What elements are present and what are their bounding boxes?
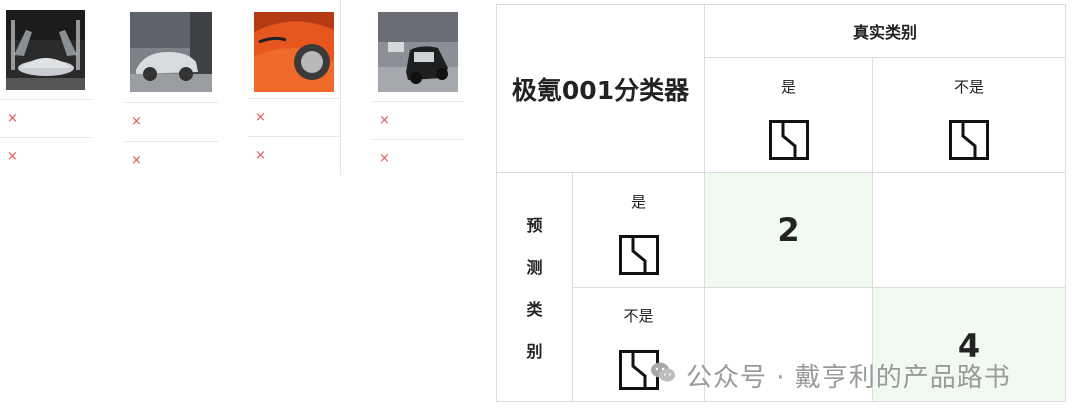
result-row: × [248,98,340,137]
cross-mark: × [255,148,266,163]
predicted-header-char: 预 [526,216,543,235]
door-icon [768,120,809,164]
column-no-label: 不是 [953,78,984,96]
wechat-icon [650,360,676,390]
result-row: × [0,99,92,138]
confusion-matrix: 极氪001分类器 真实类别 是 不是 预 测 类 别 是 不是 2 4 [496,4,1066,402]
classifier-title: 极氪001分类器 [511,75,690,105]
predicted-header-char: 别 [526,342,543,361]
cross-mark: × [7,149,18,164]
result-row: × [124,141,218,180]
car-thumbnail[interactable] [378,12,458,92]
watermark: 公众号 · 戴亨利的产品路书 [650,357,1011,393]
door-icon [949,120,989,164]
result-row: × [372,139,464,178]
result-row: × [124,102,218,141]
watermark-text: 公众号 · 戴亨利的产品路书 [686,362,1011,393]
row-header-yes: 是 [572,172,704,287]
door-icon [618,235,659,279]
column-divider [340,0,341,175]
predicted-class-header: 预 测 类 别 [497,172,572,401]
result-row: × [0,137,92,176]
cross-mark: × [131,114,142,129]
result-row: × [372,101,464,140]
cross-mark: × [379,151,390,166]
image-gallery: × × × × × × × × [0,0,470,200]
actual-class-header: 真实类别 [704,5,1065,57]
car-thumbnail[interactable] [130,12,212,92]
column-header-yes: 是 [704,57,872,172]
row-no-label: 不是 [623,307,654,325]
cross-mark: × [255,110,266,125]
predicted-header-char: 类 [526,300,543,319]
cross-mark: × [7,111,18,126]
cross-mark: × [379,113,390,128]
car-thumbnail[interactable] [6,10,85,90]
column-yes-label: 是 [780,78,796,96]
cell-true-positive: 2 [704,172,872,287]
cell-false-positive [872,172,1065,287]
row-yes-label: 是 [630,193,646,211]
predicted-header-char: 测 [526,258,543,277]
car-thumbnail[interactable] [254,12,334,92]
cross-mark: × [131,153,142,168]
column-header-no: 不是 [872,57,1065,172]
result-row: × [248,136,340,175]
